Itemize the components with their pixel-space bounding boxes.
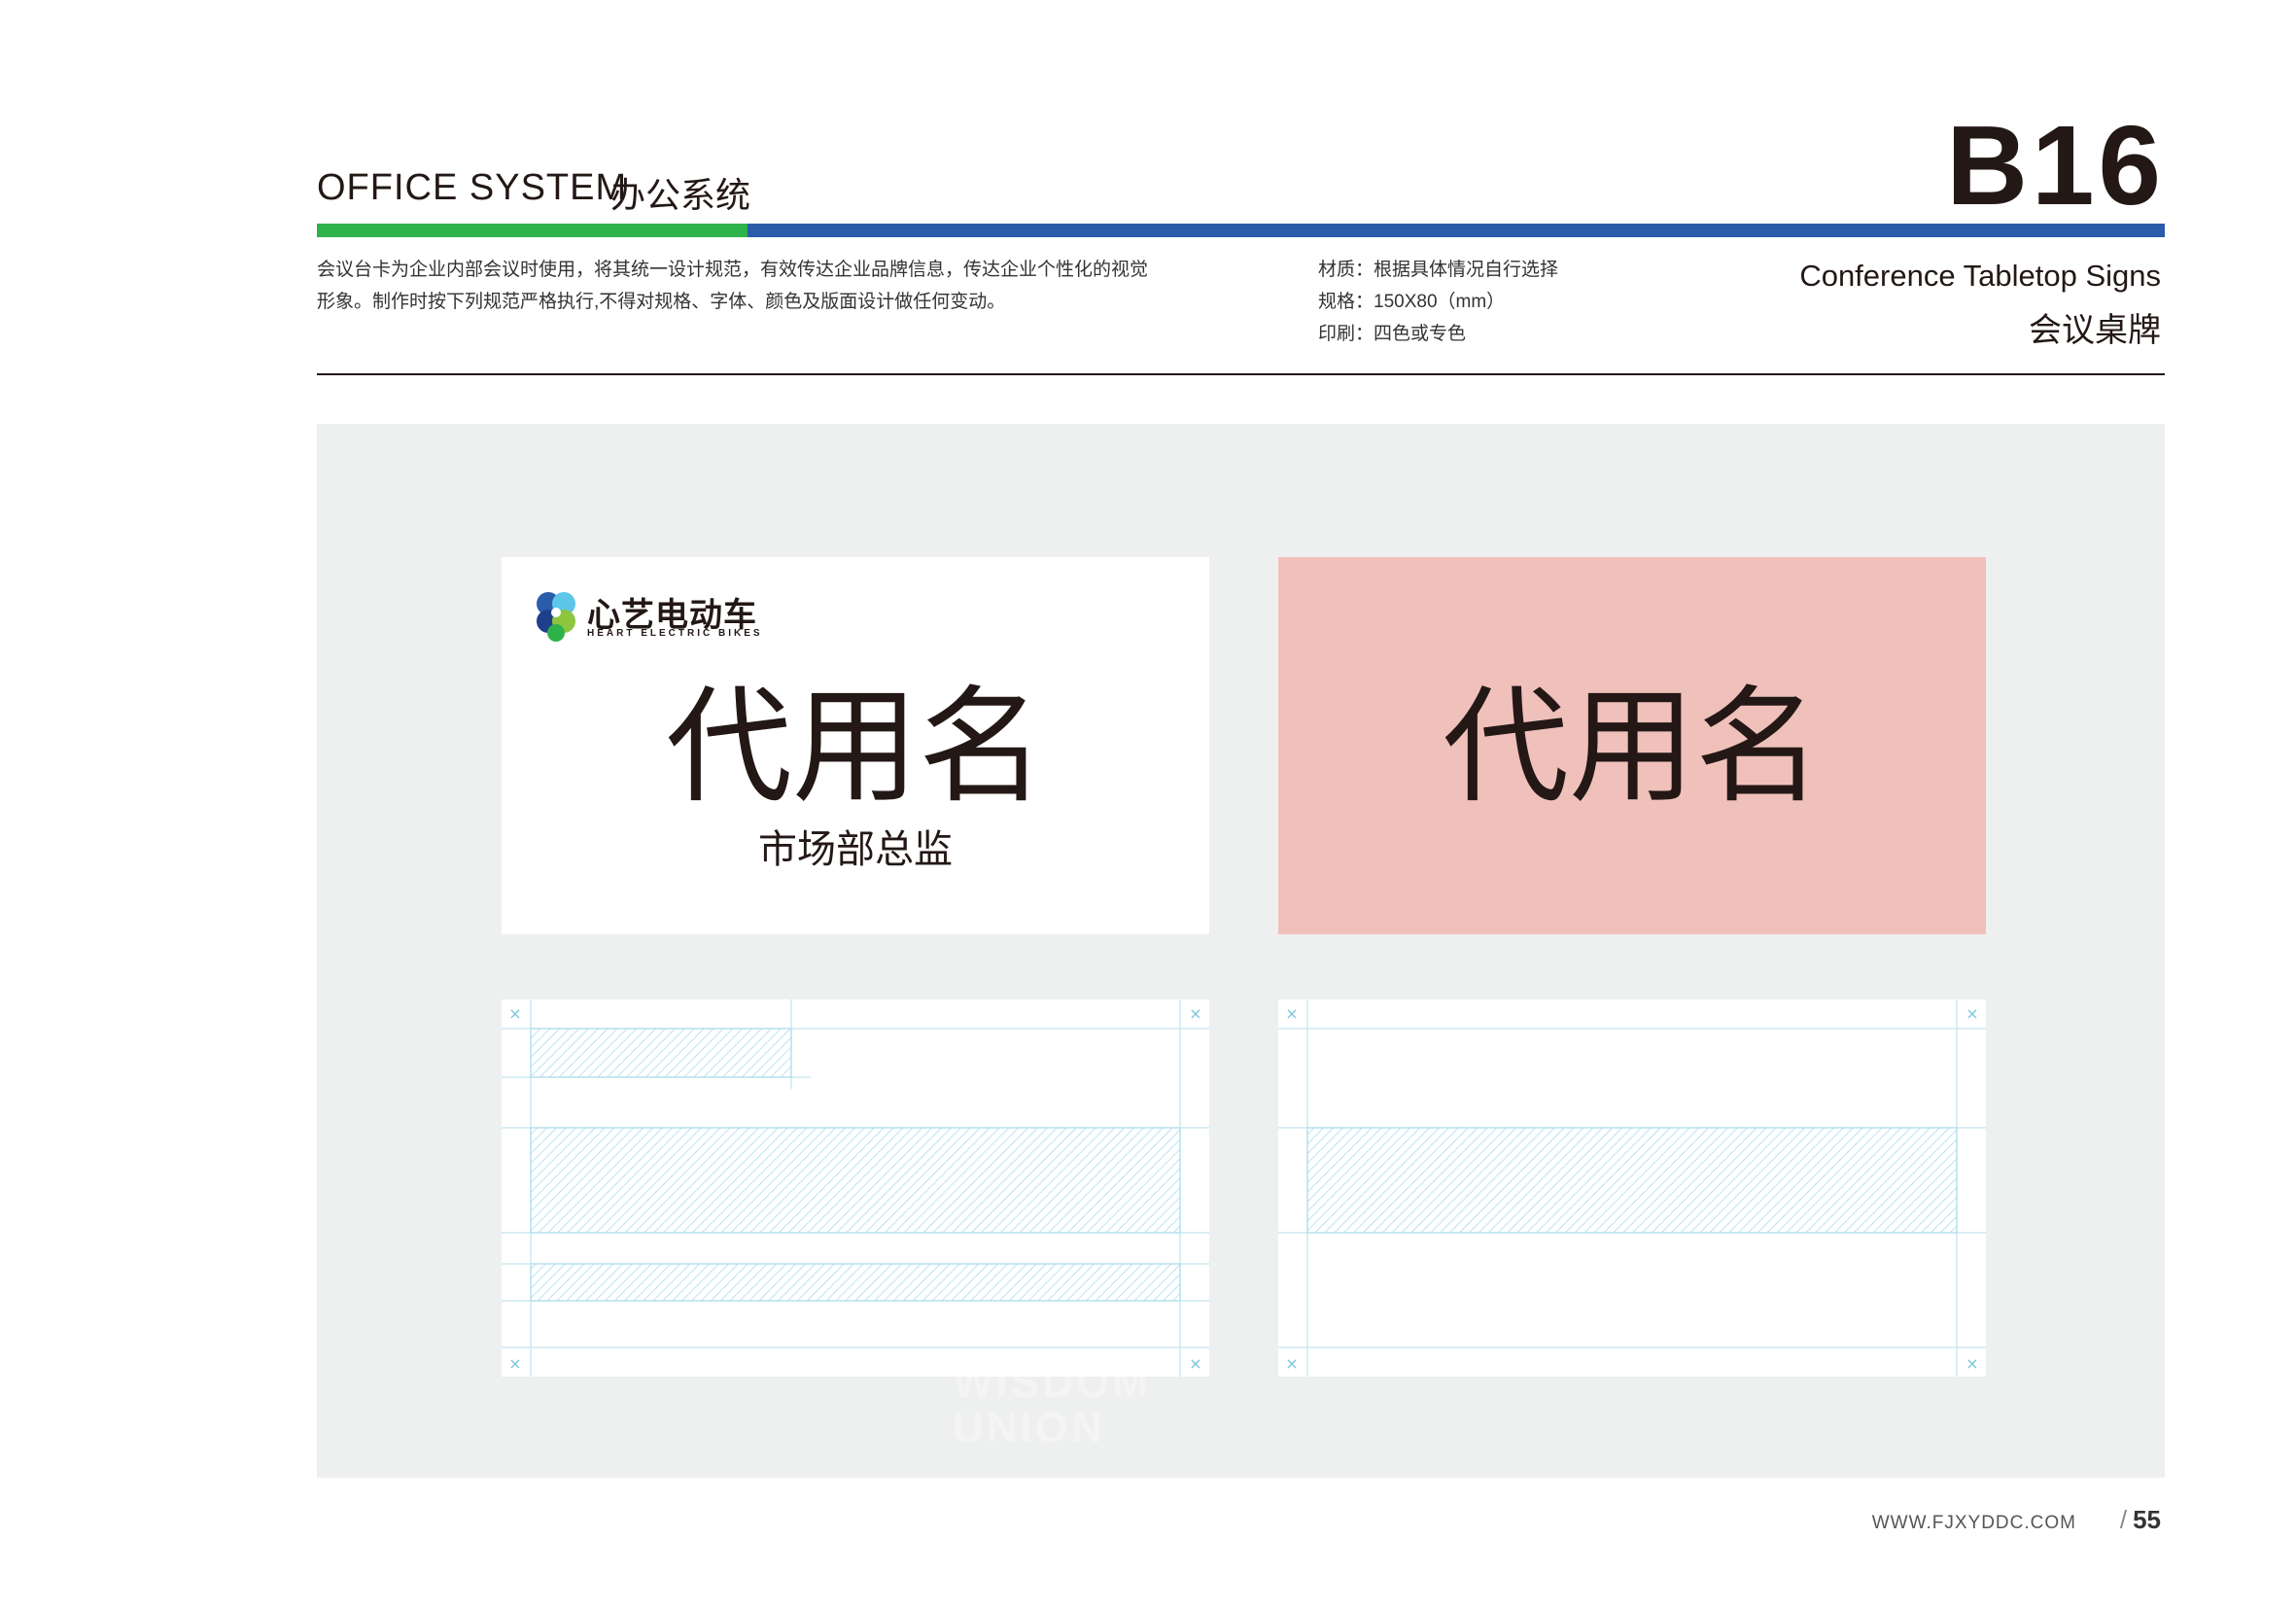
page-title-cn: 会议桌牌	[2029, 312, 2161, 349]
tabletop-card-white: 心艺电动车 HEART ELECTRIC BIKES 代用名 市场部总监	[502, 557, 1209, 934]
header-bar-blue	[748, 224, 2165, 237]
brand-name-en: HEART ELECTRIC BIKES	[587, 628, 763, 639]
corner-mark: ×	[1285, 1004, 1298, 1023]
section-title-cn: 办公系统	[610, 175, 751, 215]
corner-mark: ×	[1966, 1354, 1978, 1373]
page-code: B16	[1946, 102, 2165, 228]
header-divider	[317, 373, 2165, 375]
spec-print: 印刷：四色或专色	[1318, 324, 1467, 344]
spec-size: 规格：150X80（mm）	[1318, 292, 1506, 312]
header-bar-green	[317, 224, 748, 237]
section-title-en: OFFICE SYSTEM	[317, 167, 628, 208]
attendee-name: 代用名	[665, 676, 1045, 818]
page-number: /55	[2120, 1505, 2161, 1535]
attendee-name-pink: 代用名	[1442, 676, 1822, 818]
construction-grid-right: × × × ×	[1278, 999, 1986, 1377]
corner-mark: ×	[1189, 1354, 1201, 1373]
page-title-en: Conference Tabletop Signs	[1799, 259, 2161, 293]
tabletop-card-pink: 代用名	[1278, 557, 1986, 934]
spec-material: 材质：根据具体情况自行选择	[1318, 260, 1559, 280]
description-line-1: 会议台卡为企业内部会议时使用，将其统一设计规范，有效传达企业品牌信息，传达企业个…	[317, 260, 1149, 280]
page-number-value: 55	[2133, 1505, 2161, 1534]
corner-mark: ×	[1189, 1004, 1201, 1023]
website-url: WWW.FJXYDDC.COM	[1871, 1513, 2076, 1533]
description-line-2: 形象。制作时按下列规范严格执行,不得对规格、字体、颜色及版面设计做任何变动。	[317, 292, 1006, 312]
corner-mark: ×	[1966, 1004, 1978, 1023]
corner-mark: ×	[508, 1354, 521, 1373]
corner-mark: ×	[1285, 1354, 1298, 1373]
construction-grid-left: × × × ×	[502, 999, 1209, 1377]
four-leaf-clover-icon	[537, 592, 575, 642]
brand-logo: 心艺电动车 HEART ELECTRIC BIKES	[531, 586, 822, 647]
corner-mark: ×	[508, 1004, 521, 1023]
page-number-slash: /	[2119, 1505, 2128, 1534]
attendee-role: 市场部总监	[758, 828, 953, 871]
